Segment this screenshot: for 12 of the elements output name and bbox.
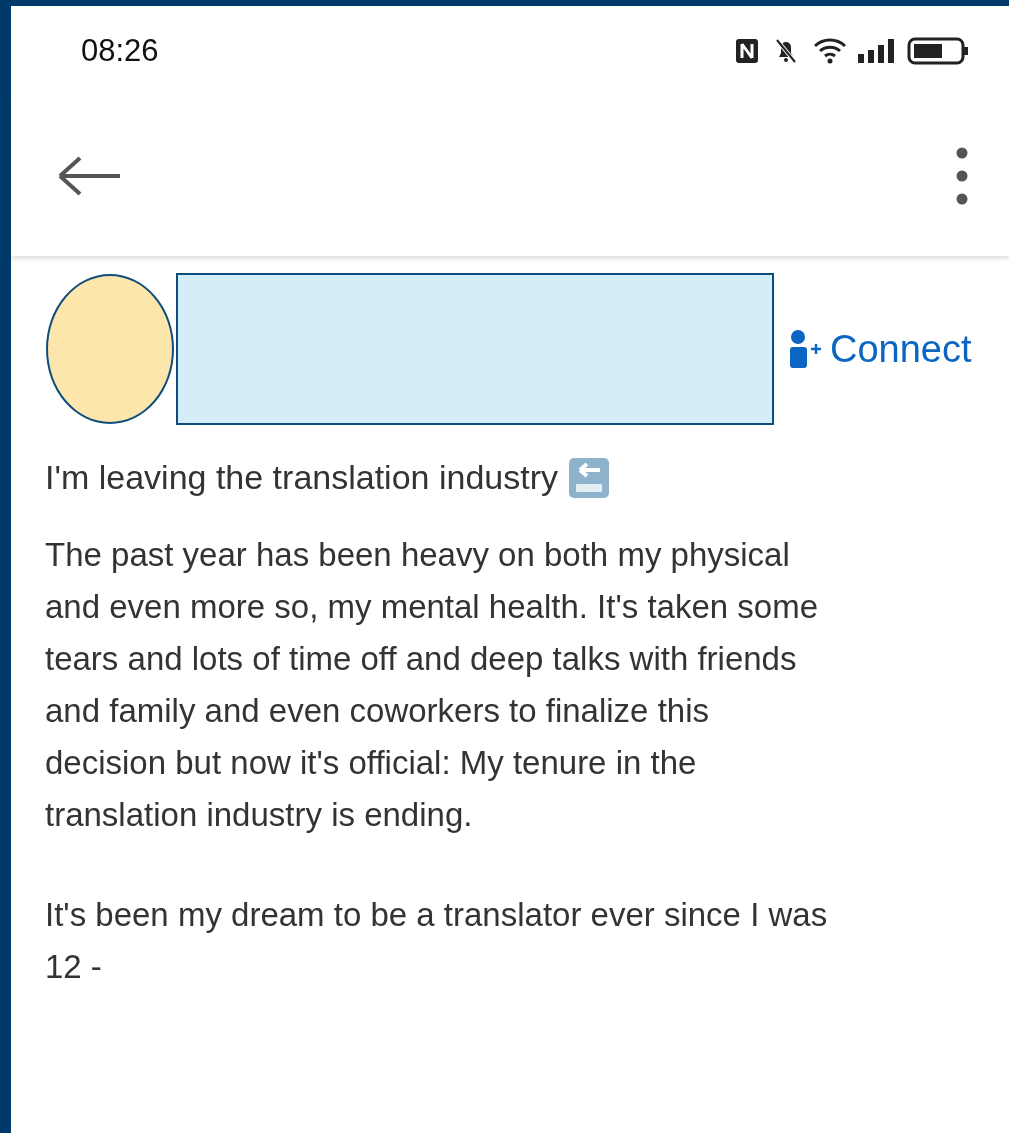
back-icon[interactable]: [56, 154, 122, 198]
connect-link[interactable]: Connect: [788, 320, 972, 378]
wifi-icon: [813, 37, 847, 65]
add-person-icon: [788, 329, 824, 369]
post-paragraph: It's been my dream to be a translator ever since I was 12 -: [45, 895, 828, 987]
signal-icon: [857, 38, 897, 64]
status-time: 08:26: [81, 31, 159, 70]
nfc-icon: [735, 38, 759, 64]
post-headline: I'm leaving the translation industry: [45, 457, 558, 498]
battery-icon: [907, 37, 969, 65]
post-paragraph: The past year has been heavy on both my physical and even more so, my mental health. It's taken some tears and lots of time off and deep talks with friends and family and even coworkers to finalize this decision but now it's official: My tenure in the translation industry is ending.: [45, 535, 819, 835]
more-options-icon[interactable]: [955, 146, 969, 206]
